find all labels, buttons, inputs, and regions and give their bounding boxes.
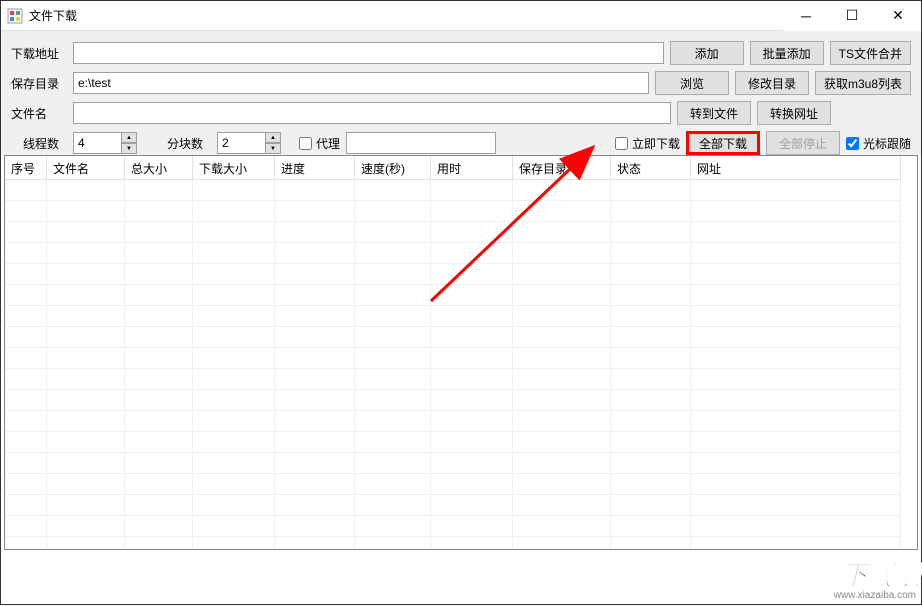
download-list[interactable]: 序号 文件名 总大小 下载大小 进度 速度(秒) 用时 保存目录 状态 网址 <box>4 155 918 550</box>
chunks-down[interactable]: ▼ <box>265 143 281 154</box>
proxy-input[interactable] <box>346 132 496 154</box>
table-row[interactable] <box>5 243 917 264</box>
get-m3u8-button[interactable]: 获取m3u8列表 <box>815 71 911 95</box>
maximize-button[interactable]: ☐ <box>829 1 875 31</box>
proxy-checkbox[interactable]: 代理 <box>299 135 340 152</box>
modify-dir-button[interactable]: 修改目录 <box>735 71 809 95</box>
col-save-dir[interactable]: 保存目录 <box>513 156 611 180</box>
row-save-dir: 保存目录 浏览 修改目录 获取m3u8列表 <box>11 71 911 95</box>
table-row[interactable] <box>5 537 917 550</box>
proxy-label: 代理 <box>316 135 340 152</box>
grid-body <box>5 180 917 550</box>
stop-all-button[interactable]: 全部停止 <box>766 131 840 155</box>
instant-download-checkbox[interactable]: 立即下载 <box>615 135 680 152</box>
download-all-button[interactable]: 全部下载 <box>686 131 760 155</box>
window-title: 文件下载 <box>29 7 783 24</box>
table-row[interactable] <box>5 348 917 369</box>
col-elapsed[interactable]: 用时 <box>431 156 513 180</box>
watermark-url: www.xiazaiba.com <box>832 590 918 601</box>
cursor-follow-checkbox[interactable]: 光标跟随 <box>846 135 911 152</box>
chunks-up[interactable]: ▲ <box>265 132 281 143</box>
label-save-dir: 保存目录 <box>11 75 67 92</box>
table-row[interactable] <box>5 495 917 516</box>
col-total-size[interactable]: 总大小 <box>125 156 193 180</box>
table-row[interactable] <box>5 222 917 243</box>
table-row[interactable] <box>5 327 917 348</box>
watermark-logo: 下载吧 <box>840 562 918 590</box>
table-row[interactable] <box>5 411 917 432</box>
batch-add-button[interactable]: 批量添加 <box>750 41 824 65</box>
minimize-button[interactable]: ─ <box>783 1 829 31</box>
table-row[interactable] <box>5 453 917 474</box>
threads-spinner[interactable]: ▲ ▼ <box>73 132 137 154</box>
threads-input[interactable] <box>73 132 121 154</box>
download-url-input[interactable] <box>73 42 664 64</box>
window-controls: ─ ☐ ✕ <box>783 1 921 31</box>
instant-download-label: 立即下载 <box>632 135 680 152</box>
col-seq[interactable]: 序号 <box>5 156 47 180</box>
row-options: 线程数 ▲ ▼ 分块数 ▲ ▼ 代理 <box>11 131 911 155</box>
table-row[interactable] <box>5 285 917 306</box>
label-download-url: 下载地址 <box>11 45 67 62</box>
table-row[interactable] <box>5 306 917 327</box>
table-row[interactable] <box>5 432 917 453</box>
grid-header: 序号 文件名 总大小 下载大小 进度 速度(秒) 用时 保存目录 状态 网址 <box>5 156 917 180</box>
cursor-follow-label: 光标跟随 <box>863 135 911 152</box>
col-progress[interactable]: 进度 <box>275 156 355 180</box>
row-filename: 文件名 转到文件 转换网址 <box>11 101 911 125</box>
table-row[interactable] <box>5 474 917 495</box>
watermark: 下载吧 www.xiazaiba.com <box>832 562 918 601</box>
col-status[interactable]: 状态 <box>611 156 691 180</box>
table-row[interactable] <box>5 390 917 411</box>
table-row[interactable] <box>5 264 917 285</box>
app-icon <box>7 8 23 24</box>
toolbar-area: 下载地址 添加 批量添加 TS文件合并 保存目录 浏览 修改目录 获取m3u8列… <box>1 31 921 155</box>
add-button[interactable]: 添加 <box>670 41 744 65</box>
title-bar: 文件下载 ─ ☐ ✕ <box>1 1 921 31</box>
save-dir-input[interactable] <box>73 72 649 94</box>
convert-url-button[interactable]: 转换网址 <box>757 101 831 125</box>
col-url[interactable]: 网址 <box>691 156 901 180</box>
table-row[interactable] <box>5 180 917 201</box>
threads-up[interactable]: ▲ <box>121 132 137 143</box>
table-row[interactable] <box>5 201 917 222</box>
main-window: 文件下载 ─ ☐ ✕ 下载地址 添加 批量添加 TS文件合并 保存目录 浏览 修… <box>0 0 922 605</box>
filename-input[interactable] <box>73 102 671 124</box>
browse-button[interactable]: 浏览 <box>655 71 729 95</box>
close-button[interactable]: ✕ <box>875 1 921 31</box>
col-filename[interactable]: 文件名 <box>47 156 125 180</box>
col-speed[interactable]: 速度(秒) <box>355 156 431 180</box>
label-threads: 线程数 <box>23 135 67 152</box>
threads-down[interactable]: ▼ <box>121 143 137 154</box>
table-row[interactable] <box>5 516 917 537</box>
ts-merge-button[interactable]: TS文件合并 <box>830 41 911 65</box>
table-row[interactable] <box>5 369 917 390</box>
to-file-button[interactable]: 转到文件 <box>677 101 751 125</box>
col-dl-size[interactable]: 下载大小 <box>193 156 275 180</box>
row-url: 下载地址 添加 批量添加 TS文件合并 <box>11 41 911 65</box>
label-filename: 文件名 <box>11 105 67 122</box>
chunks-input[interactable] <box>217 132 265 154</box>
label-chunks: 分块数 <box>167 135 211 152</box>
chunks-spinner[interactable]: ▲ ▼ <box>217 132 281 154</box>
